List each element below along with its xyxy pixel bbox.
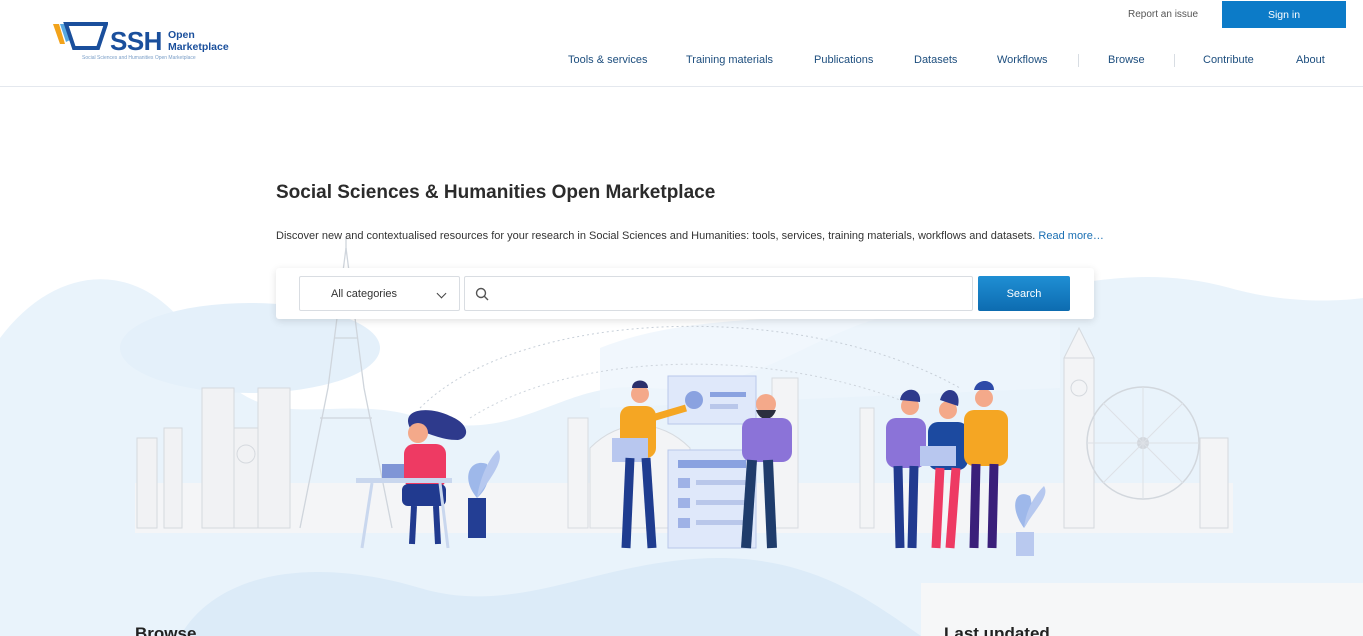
search-icon: [475, 287, 489, 301]
page-title: Social Sciences & Humanities Open Market…: [276, 182, 716, 203]
hero-description-text: Discover new and contextualised resource…: [276, 230, 1036, 242]
logo-abbr: SSH: [110, 26, 162, 56]
nav-datasets[interactable]: Datasets: [914, 54, 957, 66]
site-header: SSH Open Marketplace Social Sciences and…: [0, 0, 1363, 87]
nav-about[interactable]: About: [1296, 54, 1325, 66]
logo-word-open: Open: [167, 29, 195, 41]
nav-workflows[interactable]: Workflows: [997, 54, 1048, 66]
nav-contribute[interactable]: Contribute: [1203, 54, 1254, 66]
sign-in-button[interactable]: Sign in: [1222, 1, 1346, 28]
category-dropdown[interactable]: All categories: [299, 276, 460, 311]
read-more-link[interactable]: Read more…: [1038, 230, 1103, 242]
hero-section: Social Sciences & Humanities Open Market…: [0, 88, 1363, 636]
browse-heading: Browse: [135, 624, 197, 636]
nav-tools-services[interactable]: Tools & services: [568, 54, 647, 66]
last-updated-heading: Last updated: [944, 624, 1050, 636]
category-selected-value: All categories: [331, 288, 398, 300]
logo-mark-icon: [53, 22, 108, 50]
hero-illustration: [0, 238, 1363, 636]
main-nav: Tools & services Training materials Publ…: [0, 54, 1363, 68]
hero-description: Discover new and contextualised resource…: [276, 230, 1104, 242]
chevron-down-icon: [436, 288, 447, 299]
nav-training-materials[interactable]: Training materials: [686, 54, 773, 66]
nav-publications[interactable]: Publications: [814, 54, 873, 66]
search-input[interactable]: [495, 277, 965, 310]
search-field[interactable]: [464, 276, 973, 311]
logo-words: Open Marketplace: [168, 29, 229, 53]
report-issue-link[interactable]: Report an issue: [1128, 9, 1198, 20]
nav-browse[interactable]: Browse: [1108, 54, 1145, 66]
nav-divider: [1078, 54, 1079, 67]
search-bar: All categories Search: [276, 268, 1094, 319]
logo-word-marketplace: Marketplace: [167, 41, 229, 53]
search-button[interactable]: Search: [978, 276, 1070, 311]
nav-divider: [1174, 54, 1175, 67]
